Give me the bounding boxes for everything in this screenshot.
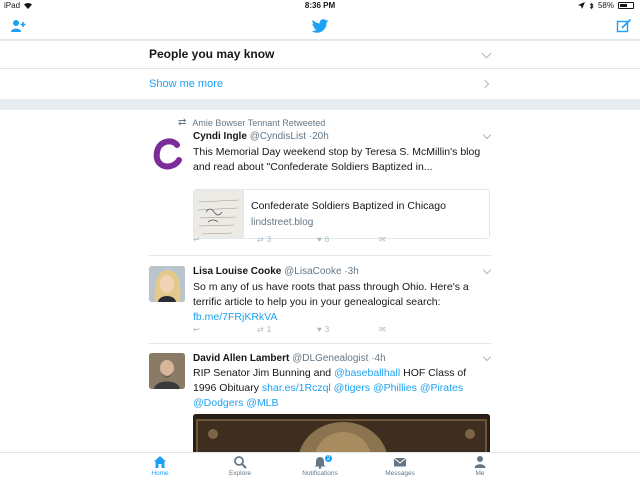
status-time: 8:36 PM xyxy=(304,1,336,10)
tab-label: Messages xyxy=(385,470,415,477)
mention-link[interactable]: @baseballhall xyxy=(334,367,400,379)
link-card[interactable]: Confederate Soldiers Baptized in Chicago… xyxy=(193,189,490,239)
tweet-media[interactable] xyxy=(193,414,490,452)
tab-messages[interactable]: Messages xyxy=(360,455,440,480)
pymk-header: People you may know xyxy=(0,41,640,69)
link-card-domain: lindstreet.blog xyxy=(251,217,314,228)
avatar[interactable] xyxy=(149,266,185,302)
link-card-thumbnail xyxy=(194,190,244,238)
retweeted-by: Amie Bowser Tennant Retweeted xyxy=(192,117,326,128)
top-nav-bar xyxy=(0,12,640,40)
author-name[interactable]: David Allen Lambert xyxy=(193,353,289,364)
author-handle[interactable]: @LisaCooke xyxy=(284,266,341,277)
tweet-list: ⇄ Amie Bowser Tennant Retweeted Cyndi In… xyxy=(0,110,640,452)
retweet-context: ⇄ Amie Bowser Tennant Retweeted xyxy=(178,117,325,128)
twitter-bird-icon[interactable] xyxy=(311,17,329,35)
people-you-may-know-card: People you may know Show me more xyxy=(0,41,640,99)
battery-fill xyxy=(620,4,627,7)
pymk-title: People you may know xyxy=(149,47,275,61)
mention-link[interactable]: @Phillies xyxy=(373,382,417,394)
bottom-tab-bar: Home Explore 2 Notifications Messages Me xyxy=(0,452,640,480)
tab-notifications[interactable]: 2 Notifications xyxy=(280,454,360,480)
tab-label: Home xyxy=(151,470,169,477)
tweet-body: So m any of us have roots that pass thro… xyxy=(193,281,469,308)
retweet-icon: ⇄ xyxy=(178,117,187,128)
tab-label: Notifications xyxy=(302,470,338,477)
tab-label: Explore xyxy=(228,470,252,477)
author-handle[interactable]: @DLGenealogist xyxy=(292,353,368,364)
tweet-text: RIP Senator Jim Bunning and @baseballhal… xyxy=(193,366,491,411)
author-name[interactable]: Cyndi Ingle xyxy=(193,131,247,142)
home-icon xyxy=(154,456,166,468)
status-bar: iPad 8:36 PM 58% xyxy=(0,0,640,12)
cyndis-list-logo-icon xyxy=(153,138,182,170)
avatar[interactable] xyxy=(149,135,185,171)
tweet-header: David Allen Lambert @DLGenealogist ·4h xyxy=(193,353,386,364)
tweet-time: 4h xyxy=(374,353,386,364)
timeline-feed[interactable]: People you may know Show me more ⇄ Amie … xyxy=(0,41,640,452)
mention-link[interactable]: @Pirates xyxy=(420,382,463,394)
author-handle[interactable]: @CyndisList xyxy=(250,131,306,142)
tweet-menu-caret-icon[interactable] xyxy=(482,130,492,140)
add-user-icon[interactable] xyxy=(10,18,26,34)
search-icon xyxy=(234,456,247,469)
tweet[interactable]: Lisa Louise Cooke @LisaCooke ·3h So m an… xyxy=(0,256,640,344)
tweet[interactable]: David Allen Lambert @DLGenealogist ·4h R… xyxy=(0,344,640,452)
avatar[interactable] xyxy=(149,353,185,389)
location-icon xyxy=(577,2,585,9)
tweet-menu-caret-icon[interactable] xyxy=(482,352,492,362)
tweet-body-part: RIP Senator Jim Bunning and xyxy=(193,367,335,379)
tweet-link[interactable]: fb.me/7FRjKRkVA xyxy=(193,311,277,323)
tab-label: Me xyxy=(475,470,485,477)
tab-me[interactable]: Me xyxy=(440,455,520,480)
profile-photo xyxy=(149,353,185,389)
tweet[interactable]: ⇄ Amie Bowser Tennant Retweeted Cyndi In… xyxy=(0,110,640,256)
tweet-time: 20h xyxy=(312,131,329,142)
envelope-icon xyxy=(393,457,407,467)
compose-icon[interactable] xyxy=(616,18,632,34)
chevron-down-icon[interactable] xyxy=(481,48,492,59)
chevron-right-icon xyxy=(480,79,490,89)
show-more-row[interactable]: Show me more xyxy=(0,69,640,99)
profile-photo xyxy=(149,266,185,302)
battery-percent: 58% xyxy=(597,1,614,10)
bluetooth-icon xyxy=(589,2,594,9)
status-right: 58% xyxy=(577,1,634,10)
battery-icon xyxy=(618,2,634,9)
tweet-time: 3h xyxy=(347,266,359,277)
notification-badge: 2 xyxy=(324,454,333,463)
tweet-header: Cyndi Ingle @CyndisList ·20h xyxy=(193,131,329,142)
tab-explore[interactable]: Explore xyxy=(200,455,280,480)
show-more-link[interactable]: Show me more xyxy=(149,78,223,90)
tweet-menu-caret-icon[interactable] xyxy=(482,265,492,275)
tweet-text: This Memorial Day weekend stop by Teresa… xyxy=(193,146,481,173)
tweet-link[interactable]: shar.es/1Rczql xyxy=(262,382,331,394)
mention-link[interactable]: @Dodgers xyxy=(193,397,243,409)
tweet-text: So m any of us have roots that pass thro… xyxy=(193,280,491,325)
link-card-title: Confederate Soldiers Baptized in Chicago xyxy=(251,200,446,212)
author-name[interactable]: Lisa Louise Cooke xyxy=(193,266,281,277)
person-icon xyxy=(474,456,486,468)
tab-home[interactable]: Home xyxy=(120,455,200,480)
tweet-header: Lisa Louise Cooke @LisaCooke ·3h xyxy=(193,266,359,277)
mention-link[interactable]: @MLB xyxy=(246,397,278,409)
mention-link[interactable]: @tigers xyxy=(334,382,370,394)
plaque-image xyxy=(193,414,490,452)
